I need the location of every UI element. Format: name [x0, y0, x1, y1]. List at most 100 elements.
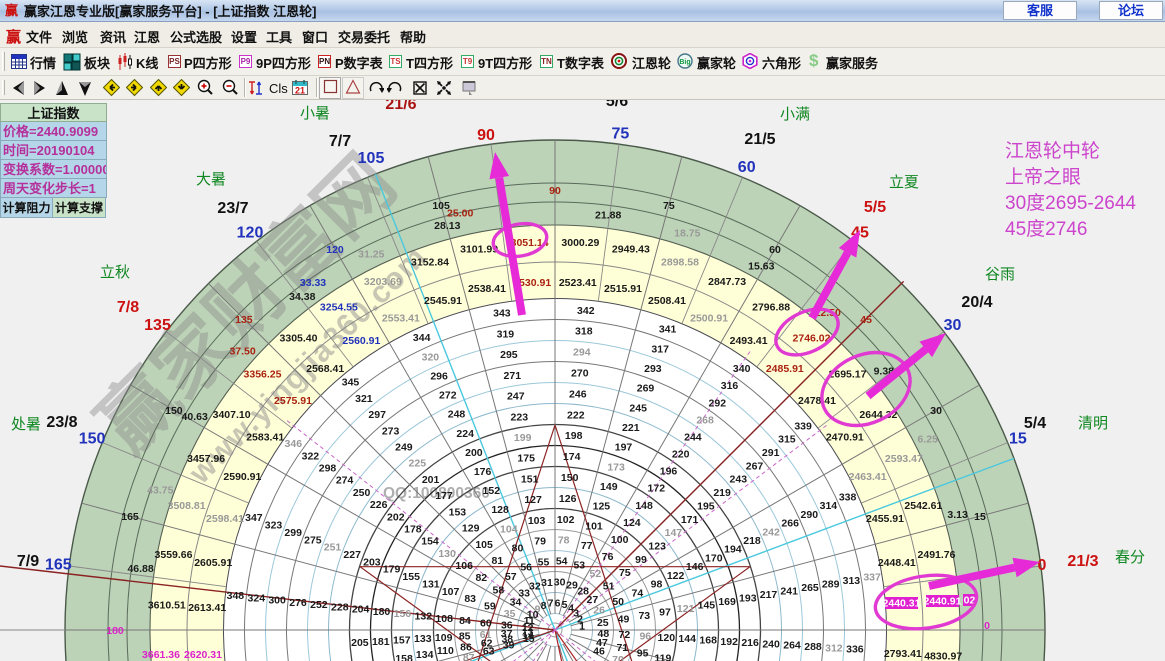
svg-text:34.38: 34.38 — [289, 291, 315, 303]
svg-text:266: 266 — [781, 518, 799, 530]
svg-text:72: 72 — [619, 629, 631, 641]
svg-text:342: 342 — [577, 305, 595, 317]
svg-text:57: 57 — [505, 571, 517, 583]
svg-text:227: 227 — [343, 549, 361, 561]
svg-text:293: 293 — [644, 363, 662, 375]
svg-text:169: 169 — [718, 596, 736, 608]
svg-text:126: 126 — [559, 493, 577, 505]
svg-text:197: 197 — [615, 442, 633, 454]
svg-text:2515.91: 2515.91 — [604, 283, 642, 295]
svg-text:小满: 小满 — [780, 106, 810, 123]
svg-text:2847.73: 2847.73 — [708, 276, 746, 288]
svg-text:52: 52 — [590, 568, 602, 580]
svg-text:2796.88: 2796.88 — [752, 302, 790, 314]
svg-text:146: 146 — [686, 561, 704, 573]
svg-text:34: 34 — [510, 597, 522, 609]
svg-text:225: 225 — [409, 458, 427, 470]
svg-text:346: 346 — [285, 438, 303, 450]
svg-text:5/6: 5/6 — [606, 100, 628, 110]
svg-text:132: 132 — [415, 611, 433, 623]
svg-text:316: 316 — [721, 380, 739, 392]
svg-text:3: 3 — [573, 607, 579, 619]
svg-text:252: 252 — [310, 599, 328, 611]
svg-text:291: 291 — [762, 447, 780, 459]
svg-text:立秋: 立秋 — [100, 264, 130, 281]
svg-text:2553.41: 2553.41 — [382, 312, 420, 324]
svg-text:50: 50 — [612, 596, 624, 608]
svg-text:100: 100 — [611, 534, 629, 546]
svg-text:107: 107 — [442, 586, 460, 598]
svg-text:2568.41: 2568.41 — [306, 363, 344, 375]
svg-text:176: 176 — [474, 466, 492, 478]
svg-text:4: 4 — [568, 602, 574, 614]
svg-text:2605.91: 2605.91 — [194, 557, 232, 569]
svg-text:295: 295 — [500, 349, 518, 361]
svg-text:240: 240 — [762, 638, 780, 650]
svg-text:48: 48 — [598, 628, 610, 640]
svg-text:90: 90 — [549, 185, 561, 197]
svg-text:110: 110 — [437, 645, 454, 657]
svg-text:96: 96 — [639, 631, 651, 643]
svg-text:154: 154 — [421, 536, 439, 548]
svg-text:124: 124 — [623, 517, 641, 529]
svg-text:273: 273 — [382, 425, 400, 437]
svg-text:31.25: 31.25 — [358, 248, 384, 260]
svg-text:90: 90 — [477, 127, 495, 144]
svg-text:299: 299 — [284, 527, 302, 539]
svg-text:2545.91: 2545.91 — [424, 295, 462, 307]
svg-text:15: 15 — [523, 633, 535, 645]
svg-text:242: 242 — [762, 526, 780, 538]
svg-text:39: 39 — [503, 639, 515, 651]
svg-text:33.33: 33.33 — [300, 277, 326, 289]
svg-text:128: 128 — [491, 504, 509, 516]
svg-text:4830.97: 4830.97 — [924, 650, 962, 661]
svg-text:2523.41: 2523.41 — [559, 277, 597, 289]
svg-text:2793.41: 2793.41 — [884, 648, 922, 660]
svg-text:70: 70 — [612, 654, 624, 661]
svg-text:204: 204 — [352, 604, 370, 616]
svg-text:60: 60 — [738, 159, 756, 176]
svg-text:174: 174 — [563, 451, 581, 463]
svg-text:35: 35 — [504, 608, 516, 620]
svg-text:84: 84 — [459, 615, 471, 627]
svg-text:63: 63 — [483, 646, 495, 658]
svg-text:144: 144 — [678, 633, 696, 645]
svg-text:53: 53 — [573, 560, 585, 572]
svg-text:241: 241 — [780, 586, 798, 598]
svg-text:158: 158 — [395, 653, 413, 661]
svg-text:123: 123 — [648, 541, 666, 553]
svg-text:97: 97 — [659, 606, 671, 618]
svg-text:223: 223 — [511, 411, 529, 423]
svg-text:201: 201 — [422, 474, 440, 486]
svg-text:216: 216 — [741, 637, 759, 649]
svg-text:3.13: 3.13 — [947, 509, 968, 521]
svg-text:2590.91: 2590.91 — [223, 471, 261, 483]
svg-text:322: 322 — [302, 450, 320, 462]
svg-text:3559.66: 3559.66 — [155, 549, 193, 561]
svg-text:218: 218 — [743, 535, 761, 547]
svg-text:2593.47: 2593.47 — [885, 453, 923, 465]
svg-text:103: 103 — [528, 515, 546, 527]
svg-text:165: 165 — [45, 557, 72, 574]
svg-text:347: 347 — [245, 512, 263, 524]
svg-text:314: 314 — [820, 500, 838, 512]
svg-text:45: 45 — [860, 314, 872, 326]
svg-text:172: 172 — [648, 483, 666, 495]
svg-text:222: 222 — [567, 409, 585, 421]
svg-text:106: 106 — [455, 560, 473, 572]
svg-text:78: 78 — [558, 535, 570, 547]
svg-text:3356.25: 3356.25 — [244, 369, 282, 381]
svg-text:267: 267 — [746, 460, 764, 472]
svg-text:3610.51: 3610.51 — [148, 600, 186, 612]
svg-text:21.88: 21.88 — [595, 209, 621, 221]
svg-text:5/5: 5/5 — [864, 199, 886, 216]
svg-text:83: 83 — [464, 593, 476, 605]
svg-text:95: 95 — [637, 648, 649, 660]
svg-text:Big: Big — [679, 59, 690, 66]
svg-text:193: 193 — [739, 593, 757, 605]
svg-text:立夏: 立夏 — [889, 174, 919, 191]
svg-text:219: 219 — [713, 487, 731, 499]
svg-text:150: 150 — [79, 430, 106, 447]
svg-text:28: 28 — [577, 585, 589, 597]
svg-text:8: 8 — [541, 600, 547, 612]
